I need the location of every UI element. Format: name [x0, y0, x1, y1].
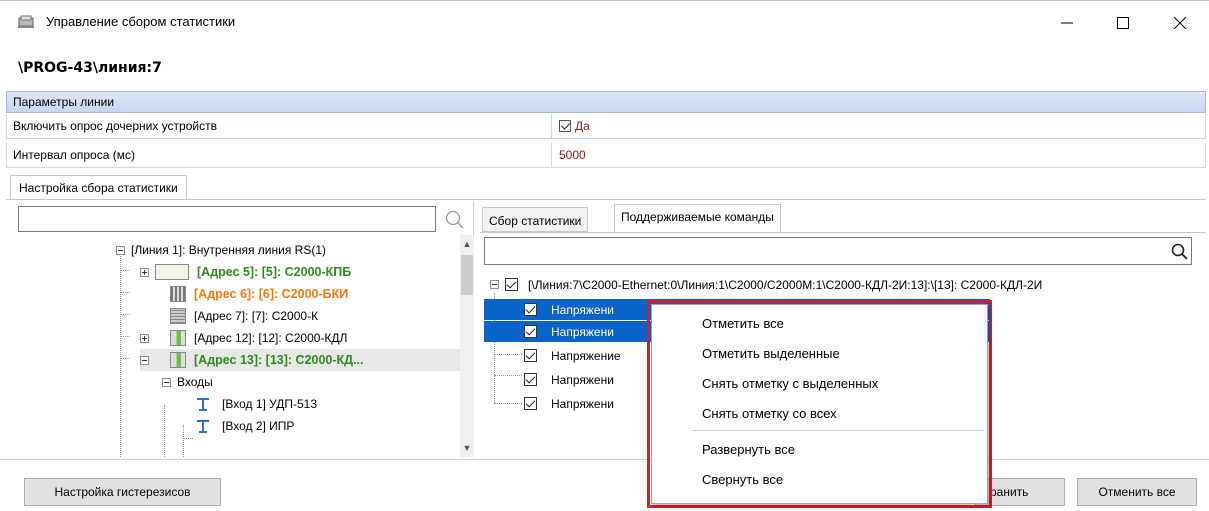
search-icon[interactable] — [444, 209, 466, 231]
param-row-interval: Интервал опроса (мс) 5000 — [6, 143, 1206, 168]
menu-item-collapse-all[interactable]: Свернуть все — [652, 465, 987, 494]
command-item[interactable]: Напряжени — [484, 393, 614, 414]
tree-search-input[interactable] — [18, 206, 436, 232]
minimize-icon — [1061, 22, 1073, 24]
command-item[interactable]: Напряжение — [484, 345, 621, 366]
tab-statistics-collection[interactable]: Сбор статистики — [482, 207, 589, 232]
search-icon[interactable] — [1170, 242, 1190, 262]
device-icon — [170, 352, 186, 368]
tree-item[interactable]: Входы — [162, 371, 213, 393]
menu-item-uncheck-selected[interactable]: Снять отметку с выделенных — [652, 369, 987, 398]
tree-item[interactable]: [Вход 2] ИПР — [196, 415, 294, 437]
device-icon — [170, 308, 186, 324]
param-row-enable-poll: Включить опрос дочерних устройств Да — [6, 114, 1206, 139]
tab-statistics-settings[interactable]: Настройка сбора статистики — [10, 175, 187, 199]
divider — [6, 199, 1206, 200]
divider — [0, 459, 1209, 460]
title-bar: Управление сбором статистики — [0, 0, 1209, 44]
expand-icon[interactable] — [140, 267, 149, 277]
context-menu: Отметить все Отметить выделенные Снять о… — [651, 304, 988, 504]
checkbox-icon[interactable] — [524, 373, 537, 386]
device-icon — [170, 330, 186, 346]
param-value-text: Да — [575, 119, 590, 133]
params-header: Параметры линии — [6, 91, 1206, 113]
close-icon — [1174, 17, 1186, 29]
minimize-button[interactable] — [1047, 9, 1087, 37]
tree-scrollbar[interactable]: ▲ ▼ — [460, 235, 474, 457]
scroll-thumb[interactable] — [461, 255, 473, 295]
tree-item-selected[interactable]: [Адрес 13]: [13]: С2000-КД... — [140, 349, 464, 371]
close-button[interactable] — [1160, 9, 1200, 37]
param-value[interactable]: Да — [559, 119, 590, 133]
command-root[interactable]: [\Линия:7\С2000-Ethernet:0\Линия:1\С2000… — [490, 274, 1042, 295]
expand-icon[interactable] — [140, 333, 149, 343]
cancel-all-button[interactable]: Отменить все — [1077, 478, 1197, 506]
tree-item[interactable]: [Вход 1] УДП-513 — [196, 393, 317, 415]
menu-item-uncheck-all[interactable]: Снять отметку со всех — [652, 399, 987, 428]
commands-search-input[interactable] — [484, 237, 1192, 265]
maximize-button[interactable] — [1103, 9, 1143, 37]
collapse-icon[interactable] — [490, 280, 499, 289]
hysteresis-button[interactable]: Настройка гистерезисов — [24, 478, 221, 506]
checkbox-icon[interactable] — [524, 325, 537, 338]
menu-separator — [692, 430, 984, 431]
device-path: \PROG-43\линия:7 — [18, 60, 162, 76]
checkbox-icon[interactable] — [505, 278, 518, 291]
command-item[interactable]: Напряжени — [484, 369, 614, 390]
tree-item[interactable]: [Линия 1]: Внутренняя линия RS(1) — [116, 239, 326, 261]
tab-supported-commands[interactable]: Поддерживаемые команды — [614, 204, 781, 232]
sensor-icon — [197, 420, 209, 433]
checkbox-icon[interactable] — [559, 120, 571, 132]
collapse-icon[interactable] — [116, 245, 125, 255]
checkbox-icon[interactable] — [524, 303, 537, 316]
collapse-icon[interactable] — [162, 377, 171, 387]
param-name: Интервал опроса (мс) — [7, 143, 552, 167]
collapse-icon[interactable] — [140, 355, 149, 365]
param-name: Включить опрос дочерних устройств — [7, 114, 552, 138]
device-tree-panel: [Линия 1]: Внутренняя линия RS(1) [Адрес… — [14, 201, 474, 457]
checkbox-icon[interactable] — [524, 349, 537, 362]
device-icon — [170, 286, 186, 302]
app-icon — [18, 15, 34, 28]
divider — [480, 232, 1206, 233]
device-icon — [155, 264, 189, 280]
scroll-up-icon[interactable]: ▲ — [462, 239, 472, 249]
param-value[interactable]: 5000 — [559, 148, 586, 162]
device-tree: [Линия 1]: Внутренняя линия RS(1) [Адрес… — [18, 235, 464, 457]
tree-item[interactable]: [Адрес 12]: [12]: С2000-КДЛ — [140, 327, 347, 349]
menu-item-check-all[interactable]: Отметить все — [652, 309, 987, 338]
menu-item-check-selected[interactable]: Отметить выделенные — [652, 339, 987, 368]
sensor-icon — [197, 398, 209, 411]
tree-item[interactable]: [Адрес 7]: [7]: С2000-К — [155, 305, 318, 327]
tree-item[interactable]: [Адрес 5]: [5]: С2000-КПБ — [140, 261, 351, 283]
scroll-down-icon[interactable]: ▼ — [462, 443, 472, 453]
maximize-icon — [1117, 17, 1129, 29]
tree-item[interactable]: [Адрес 6]: [6]: С2000-БКИ — [155, 283, 348, 305]
checkbox-icon[interactable] — [524, 397, 537, 410]
window-title: Управление сбором статистики — [46, 14, 236, 29]
menu-item-expand-all[interactable]: Развернуть все — [652, 435, 987, 464]
